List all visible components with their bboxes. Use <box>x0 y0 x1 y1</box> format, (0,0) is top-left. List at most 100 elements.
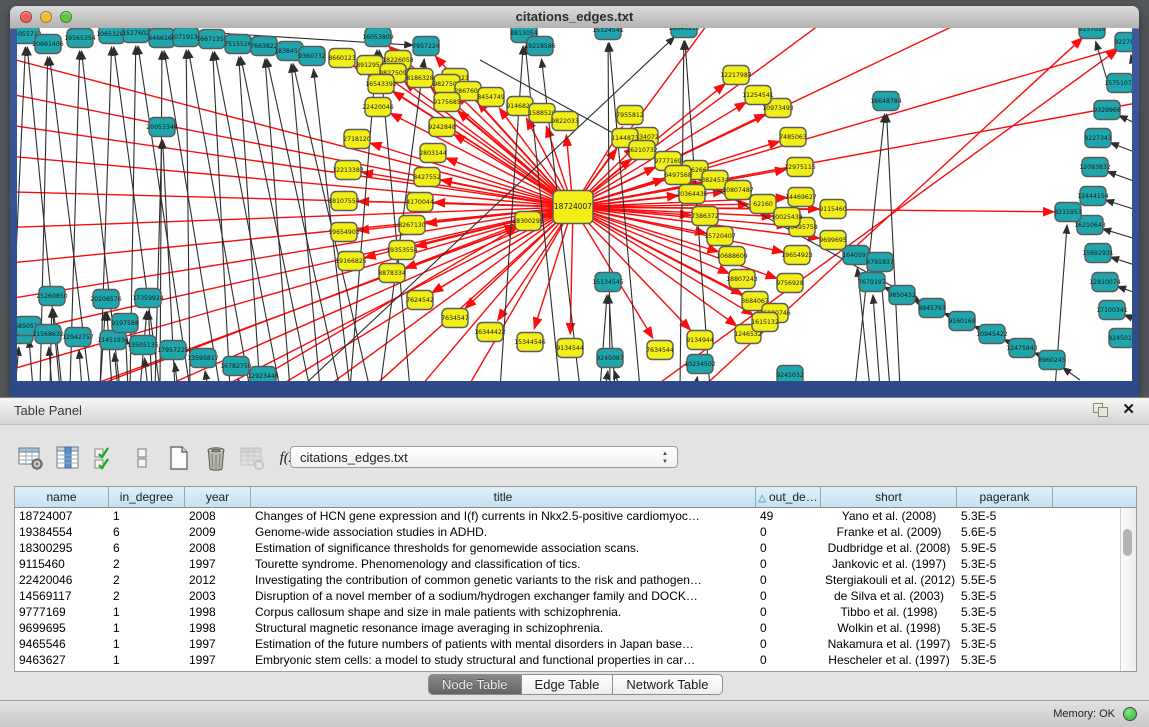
graph-node[interactable]: 62160 <box>750 195 776 214</box>
graph-node[interactable]: 7955812 <box>616 106 644 125</box>
column-header[interactable]: pagerank <box>957 487 1053 507</box>
graph-node[interactable]: 9329966 <box>1093 101 1121 120</box>
graph-node[interactable]: 10945422 <box>976 325 1008 344</box>
graph-node[interactable]: 7386372 <box>691 207 719 226</box>
table-row[interactable]: 977716911998Corpus callosum shape and si… <box>15 604 1136 620</box>
graph-node[interactable]: 7634547 <box>441 309 469 328</box>
graph-node[interactable]: 9115460 <box>819 200 847 219</box>
graph-node[interactable]: 16210732 <box>626 141 658 160</box>
graph-node[interactable]: 7957224 <box>412 37 440 56</box>
delete-button[interactable] <box>201 443 231 473</box>
new-file-button[interactable] <box>164 443 194 473</box>
graph-node[interactable]: 16640910 <box>668 28 700 38</box>
graph-node[interactable]: 19565354 <box>64 29 96 48</box>
graph-node[interactable]: 8186328 <box>406 69 434 88</box>
column-header[interactable]: name <box>15 487 109 507</box>
column-settings-button[interactable] <box>53 443 83 473</box>
graph-node[interactable]: 9360732 <box>298 47 326 66</box>
table-row[interactable]: 1456911722003Disruption of a novel membe… <box>15 588 1136 604</box>
table-row[interactable]: 1872400712008Changes of HCN gene express… <box>15 508 1136 524</box>
graph-node[interactable]: 16671355 <box>196 30 228 49</box>
graph-node[interactable]: 15134545 <box>592 273 624 292</box>
graph-node[interactable]: 9227866 <box>1114 33 1132 52</box>
graph-node[interactable]: 16543392 <box>365 75 397 94</box>
graph-node[interactable]: 11451934 <box>97 331 129 350</box>
graph-node[interactable]: 12444154 <box>1077 187 1109 206</box>
graph-node[interactable]: 9756928 <box>776 274 804 293</box>
table-row[interactable]: 969969511998Structural magnetic resonanc… <box>15 620 1136 636</box>
graph-node[interactable]: 9134544 <box>556 339 584 358</box>
graph-node[interactable]: 10688609 <box>716 247 748 266</box>
minimize-window-button[interactable] <box>40 11 52 23</box>
hub-node[interactable]: 18724007 <box>553 191 593 224</box>
graph-node[interactable]: 8945793 <box>918 299 946 318</box>
graph-node[interactable]: 13595817 <box>187 349 219 368</box>
graph-node[interactable]: 12942757 <box>62 328 94 347</box>
graph-node[interactable]: 9157016 <box>1078 28 1106 39</box>
table-row[interactable]: 946554611997Estimation of the future num… <box>15 636 1136 652</box>
graph-node[interactable]: 7624542 <box>406 291 434 310</box>
graph-node[interactable]: 8454749 <box>477 88 505 107</box>
graph-node[interactable]: 7515526 <box>224 35 252 54</box>
graph-node[interactable]: 6791937 <box>866 253 894 272</box>
graph-node[interactable]: 19353554 <box>386 241 418 260</box>
column-header[interactable]: title <box>251 487 756 507</box>
graph-node[interactable]: 12975115 <box>784 158 816 177</box>
graph-node[interactable]: 19218586 <box>524 37 556 56</box>
graph-node[interactable]: 20364436 <box>676 185 708 204</box>
graph-node[interactable]: 9134944 <box>686 331 714 350</box>
table-row[interactable]: 1830029562008Estimation of significance … <box>15 540 1136 556</box>
graph-node[interactable]: 12810074 <box>1089 273 1121 292</box>
column-header[interactable]: in_degree <box>109 487 185 507</box>
column-header[interactable]: year <box>185 487 251 507</box>
graph-node[interactable]: 11568632 <box>32 325 64 344</box>
graph-node[interactable]: 8960245 <box>1038 351 1066 370</box>
graph-node[interactable]: 18300295 <box>512 212 544 231</box>
graph-node[interactable]: 6497568 <box>664 166 692 185</box>
graph-node[interactable]: 19654903 <box>328 223 360 242</box>
graph-node[interactable]: 13505135 <box>127 336 159 355</box>
table-selector-dropdown[interactable]: citations_edges.txt ▲▼ <box>290 446 678 468</box>
graph-node[interactable]: 19166825 <box>335 252 367 271</box>
column-header[interactable]: short <box>821 487 957 507</box>
vertical-scrollbar[interactable] <box>1120 508 1136 671</box>
graph-node[interactable]: 9242848 <box>428 118 456 137</box>
graph-node[interactable]: 17100341 <box>1096 301 1128 320</box>
graph-node[interactable]: 10807487 <box>722 181 754 200</box>
tab-network-table[interactable]: Network Table <box>613 674 722 695</box>
graph-node[interactable]: 15720407 <box>704 227 736 246</box>
select-rows-button[interactable] <box>90 443 120 473</box>
close-window-button[interactable] <box>20 11 32 23</box>
zoom-window-button[interactable] <box>60 11 72 23</box>
graph-node[interactable]: 17359924 <box>132 289 164 308</box>
graph-node[interactable]: 8660123 <box>328 49 356 68</box>
graph-node[interactable]: 1527602 <box>122 28 150 43</box>
graph-node[interactable]: 18807243 <box>726 270 758 289</box>
graph-node[interactable]: 10025438 <box>771 208 803 227</box>
graph-node[interactable]: 15751074 <box>1104 74 1132 93</box>
close-panel-icon[interactable]: ✕ <box>1122 401 1135 419</box>
graph-node[interactable]: 9699695 <box>819 231 847 250</box>
graph-node[interactable]: 9175685 <box>433 93 461 112</box>
graph-node[interactable]: 16648784 <box>870 92 902 111</box>
graph-node[interactable]: 18107554 <box>328 192 360 211</box>
graph-node[interactable]: 14469627 <box>785 188 817 207</box>
graph-node[interactable]: 19654923 <box>781 246 813 265</box>
graph-node[interactable]: 20691406 <box>32 35 64 54</box>
graph-node[interactable]: 20053346 <box>146 118 178 137</box>
tab-edge-table[interactable]: Edge Table <box>522 674 614 695</box>
graph-node[interactable]: 15692931 <box>1082 244 1114 263</box>
graph-node[interactable]: 12217987 <box>720 66 752 85</box>
graph-node[interactable]: 8878334 <box>378 264 406 283</box>
float-panel-icon[interactable] <box>1093 403 1109 417</box>
window-titlebar[interactable]: citations_edges.txt <box>10 6 1139 29</box>
graph-node[interactable]: 17957225 <box>157 341 189 360</box>
graph-node[interactable]: 12923446 <box>247 367 279 382</box>
table-row[interactable]: 911546021997Tourette syndrome. Phenomeno… <box>15 556 1136 572</box>
graph-node[interactable]: 9245087 <box>596 349 624 368</box>
table-row[interactable]: 1938455462009Genome-wide association stu… <box>15 524 1136 540</box>
scrollbar-thumb[interactable] <box>1123 529 1132 556</box>
table-row[interactable]: 2242004622012Investigating the contribut… <box>15 572 1136 588</box>
graph-node[interactable]: 2803144 <box>419 144 447 163</box>
graph-node[interactable]: 12093832 <box>1079 158 1111 177</box>
